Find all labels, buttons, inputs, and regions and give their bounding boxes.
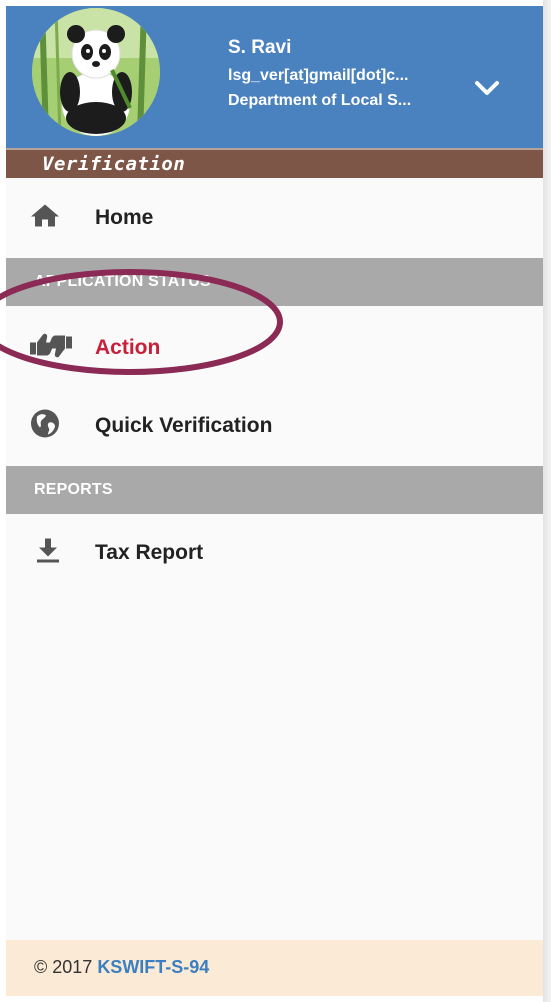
sidebar-item-action[interactable]: Action xyxy=(6,316,543,380)
sidebar-item-label: Quick Verification xyxy=(95,414,273,437)
app-frame: S. Ravi lsg_ver[at]gmail[dot]c... Depart… xyxy=(0,0,551,1002)
profile-header: S. Ravi lsg_ver[at]gmail[dot]c... Depart… xyxy=(6,6,543,148)
section-label: REPORTS xyxy=(34,481,113,498)
section-header-application-status: APPLICATION STATUS xyxy=(6,258,543,306)
footer: © 2017 KSWIFT-S-94 xyxy=(6,940,543,996)
user-department: Department of Local S... xyxy=(228,92,412,109)
sidebar: S. Ravi lsg_ver[at]gmail[dot]c... Depart… xyxy=(6,6,543,996)
thumbs-icon xyxy=(28,333,74,364)
footer-link[interactable]: KSWIFT-S-94 xyxy=(97,957,209,977)
user-name: S. Ravi xyxy=(228,37,292,58)
section-label: APPLICATION STATUS xyxy=(34,273,211,290)
avatar xyxy=(32,8,160,136)
scrollbar-track[interactable] xyxy=(543,0,551,1002)
section-header-reports: REPORTS xyxy=(6,466,543,514)
copyright-text: © 2017 xyxy=(34,957,98,977)
sidebar-item-label: Home xyxy=(95,206,154,229)
user-email: lsg_ver[at]gmail[dot]c... xyxy=(228,67,409,84)
footer-copyright: © 2017 KSWIFT-S-94 xyxy=(34,957,209,978)
chevron-down-icon[interactable] xyxy=(473,77,501,99)
download-icon xyxy=(36,538,60,569)
sidebar-item-tax-report[interactable]: Tax Report xyxy=(6,521,543,585)
brand-bar: Verification xyxy=(6,148,543,178)
brand-label: Verification xyxy=(42,153,186,175)
sidebar-item-quick-verification[interactable]: Quick Verification xyxy=(6,394,543,458)
home-icon xyxy=(30,203,60,234)
sidebar-item-label: Action xyxy=(95,336,161,359)
sidebar-item-home[interactable]: Home xyxy=(6,186,543,250)
sidebar-item-label: Tax Report xyxy=(95,541,204,564)
globe-icon xyxy=(30,409,60,444)
